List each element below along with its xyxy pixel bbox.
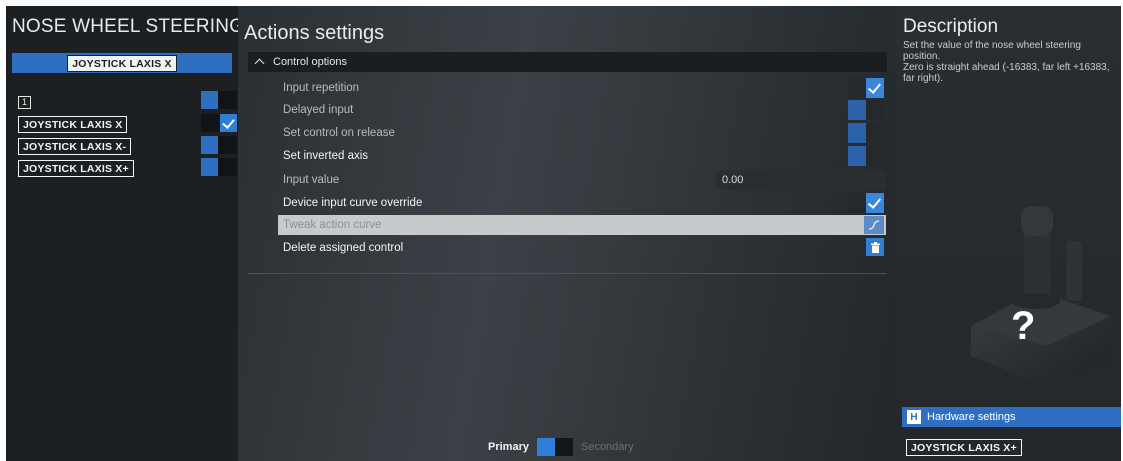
- action-title: NOSE WHEEL STEERING A: [12, 16, 238, 37]
- slot-number-icon: 1: [18, 95, 31, 109]
- binding-toggle-1[interactable]: [201, 114, 237, 132]
- option-delete-assigned-control: Delete assigned control: [283, 242, 404, 254]
- control-options-header[interactable]: Control options: [248, 52, 887, 72]
- toggle-knob: [201, 158, 218, 176]
- device-keycap: JOYSTICK LAXIS X+: [906, 439, 1022, 456]
- actions-settings-panel: Actions settings Control options Input r…: [238, 6, 896, 461]
- option-set-inverted-axis: Set inverted axis: [283, 150, 369, 162]
- binding-row-2[interactable]: JOYSTICK LAXIS X-: [18, 137, 132, 155]
- option-set-control-on-release: Set control on release: [283, 127, 395, 139]
- tweak-action-curve-label: Tweak action curve: [283, 219, 382, 231]
- primary-label: Primary: [488, 441, 529, 453]
- slot-number-row: 1: [18, 93, 31, 111]
- hardware-settings-button[interactable]: H Hardware settings: [902, 407, 1121, 427]
- hardware-key-icon: H: [907, 410, 921, 424]
- joystick-icon: [971, 206, 1111, 386]
- binding-row-1[interactable]: JOYSTICK LAXIS X: [18, 115, 128, 133]
- slot-toggle[interactable]: [201, 91, 237, 109]
- description-panel: Description Set the value of the nose wh…: [896, 6, 1121, 461]
- bindings-panel: NOSE WHEEL STEERING A JOYSTICK LAXIS X 1…: [6, 6, 238, 461]
- selected-binding-keycap: JOYSTICK LAXIS X: [67, 54, 177, 72]
- set-control-on-release-toggle[interactable]: [848, 123, 884, 143]
- toggle-knob: [220, 114, 237, 132]
- option-input-repetition: Input repetition: [283, 82, 360, 94]
- toggle-knob: [866, 193, 884, 213]
- primary-secondary-toggle[interactable]: [536, 438, 573, 456]
- set-inverted-axis-toggle[interactable]: [848, 146, 884, 166]
- tweak-action-curve-row[interactable]: Tweak action curve: [278, 215, 886, 235]
- toggle-knob: [536, 438, 555, 456]
- input-repetition-toggle[interactable]: [848, 78, 884, 98]
- toggle-knob: [848, 123, 866, 143]
- option-device-input-curve-override: Device input curve override: [283, 197, 423, 209]
- description-title: Description: [903, 16, 999, 37]
- toggle-knob: [866, 78, 884, 98]
- input-value-field[interactable]: 0.00: [716, 170, 886, 190]
- delayed-input-toggle[interactable]: [848, 100, 884, 120]
- section-divider: [248, 273, 887, 274]
- option-input-value: Input value: [283, 174, 340, 186]
- selected-binding-header[interactable]: JOYSTICK LAXIS X: [12, 53, 232, 73]
- binding-row-3[interactable]: JOYSTICK LAXIS X+: [18, 159, 134, 177]
- toggle-knob: [201, 91, 218, 109]
- toggle-knob: [201, 136, 218, 154]
- help-question-icon: ?: [1011, 304, 1036, 348]
- trash-icon[interactable]: [866, 238, 884, 256]
- binding-toggle-3[interactable]: [201, 158, 237, 176]
- chevron-up-icon: [254, 58, 265, 69]
- binding-keycap: JOYSTICK LAXIS X: [18, 115, 128, 133]
- panel-title: Actions settings: [244, 22, 385, 44]
- binding-keycap: JOYSTICK LAXIS X-: [18, 137, 132, 155]
- primary-secondary-switch[interactable]: Primary Secondary: [488, 438, 634, 456]
- description-line: Zero is straight ahead (-16383, far left…: [903, 62, 1110, 84]
- hardware-settings-label: Hardware settings: [927, 411, 1016, 423]
- binding-toggle-2[interactable]: [201, 136, 237, 154]
- toggle-knob: [848, 100, 866, 120]
- section-label: Control options: [273, 56, 347, 68]
- device-key-row: JOYSTICK LAXIS X+: [906, 438, 1022, 456]
- option-delayed-input: Delayed input: [283, 104, 354, 116]
- description-line: Set the value of the nose wheel steering…: [903, 40, 1081, 62]
- description-text: Set the value of the nose wheel steering…: [903, 40, 1117, 84]
- toggle-knob: [848, 146, 866, 166]
- binding-keycap: JOYSTICK LAXIS X+: [18, 159, 134, 177]
- curve-icon[interactable]: [864, 216, 884, 234]
- secondary-label: Secondary: [580, 441, 634, 453]
- device-input-curve-override-toggle[interactable]: [848, 193, 884, 213]
